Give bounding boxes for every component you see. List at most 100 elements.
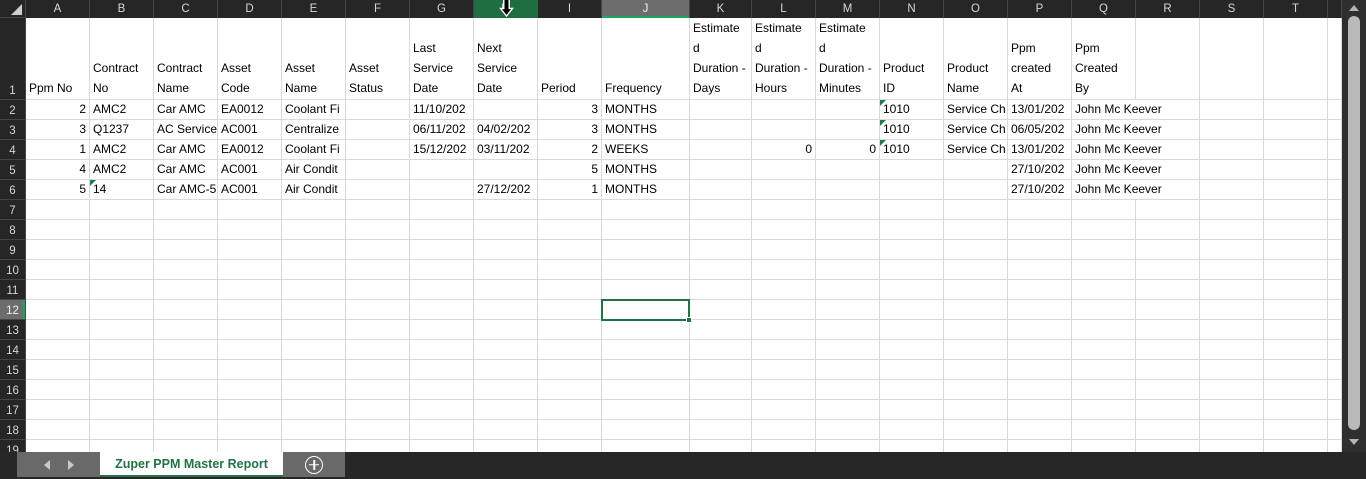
cell-E16[interactable] <box>282 380 346 400</box>
cell-L15[interactable] <box>752 360 816 380</box>
cell-N1[interactable]: Product ID <box>880 18 944 100</box>
cell-A10[interactable] <box>26 260 90 280</box>
cell-Q11[interactable] <box>1072 280 1136 300</box>
cell-F17[interactable] <box>346 400 410 420</box>
cell-R15[interactable] <box>1136 360 1200 380</box>
cell-J19[interactable] <box>602 440 690 452</box>
cell-I16[interactable] <box>538 380 602 400</box>
cell-F14[interactable] <box>346 340 410 360</box>
cell-B9[interactable] <box>90 240 154 260</box>
cell-B2[interactable]: AMC2 <box>90 100 154 120</box>
cell-B19[interactable] <box>90 440 154 452</box>
cell-F1[interactable]: Asset Status <box>346 18 410 100</box>
row-header-16[interactable]: 16 <box>0 380 26 400</box>
cell-K16[interactable] <box>690 380 752 400</box>
cell-D4[interactable]: EA0012 <box>218 140 282 160</box>
cell-R19[interactable] <box>1136 440 1200 452</box>
row-header-18[interactable]: 18 <box>0 420 26 440</box>
cell-C13[interactable] <box>154 320 218 340</box>
cell-T15[interactable] <box>1264 360 1328 380</box>
cell-T7[interactable] <box>1264 200 1328 220</box>
cell-R10[interactable] <box>1136 260 1200 280</box>
cell-P13[interactable] <box>1008 320 1072 340</box>
cell-A13[interactable] <box>26 320 90 340</box>
cell-O12[interactable] <box>944 300 1008 320</box>
cell-G2[interactable]: 11/10/202 <box>410 100 474 120</box>
row-header-2[interactable]: 2 <box>0 100 26 120</box>
cell-I9[interactable] <box>538 240 602 260</box>
cell-G15[interactable] <box>410 360 474 380</box>
cell-M5[interactable] <box>816 160 880 180</box>
row-header-13[interactable]: 13 <box>0 320 26 340</box>
row-header-3[interactable]: 3 <box>0 120 26 140</box>
cell-K1[interactable]: Estimate d Duration - Days <box>690 18 752 100</box>
cell-N11[interactable] <box>880 280 944 300</box>
cell-F19[interactable] <box>346 440 410 452</box>
cell-P14[interactable] <box>1008 340 1072 360</box>
cell-I17[interactable] <box>538 400 602 420</box>
cell-M13[interactable] <box>816 320 880 340</box>
cell-M9[interactable] <box>816 240 880 260</box>
cell-Q13[interactable] <box>1072 320 1136 340</box>
cell-Q17[interactable] <box>1072 400 1136 420</box>
cell-L7[interactable] <box>752 200 816 220</box>
cell-E13[interactable] <box>282 320 346 340</box>
cell-H19[interactable] <box>474 440 538 452</box>
cell-B8[interactable] <box>90 220 154 240</box>
cell-A8[interactable] <box>26 220 90 240</box>
cell-C17[interactable] <box>154 400 218 420</box>
cell-H8[interactable] <box>474 220 538 240</box>
vertical-scrollbar[interactable] <box>1342 0 1366 452</box>
cell-A1[interactable]: Ppm No <box>26 18 90 100</box>
cell-O6[interactable] <box>944 180 1008 200</box>
cell-H18[interactable] <box>474 420 538 440</box>
cell-L6[interactable] <box>752 180 816 200</box>
cell-B16[interactable] <box>90 380 154 400</box>
cell-Q6[interactable]: John Mc Keever <box>1072 180 1162 200</box>
cell-D14[interactable] <box>218 340 282 360</box>
sheet-tab-active[interactable]: Zuper PPM Master Report <box>100 452 283 477</box>
cell-M1[interactable]: Estimate d Duration - Minutes <box>816 18 880 100</box>
cell-K18[interactable] <box>690 420 752 440</box>
cell-A4[interactable]: 1 <box>26 140 90 160</box>
cell-Q9[interactable] <box>1072 240 1136 260</box>
cell-O8[interactable] <box>944 220 1008 240</box>
cell-D18[interactable] <box>218 420 282 440</box>
cell-B3[interactable]: Q1237 <box>90 120 154 140</box>
cell-E2[interactable]: Coolant Fi <box>282 100 346 120</box>
cell-Q3[interactable]: John Mc Keever <box>1072 120 1162 140</box>
cell-P9[interactable] <box>1008 240 1072 260</box>
cell-I13[interactable] <box>538 320 602 340</box>
cell-E12[interactable] <box>282 300 346 320</box>
cell-F5[interactable] <box>346 160 410 180</box>
cell-E18[interactable] <box>282 420 346 440</box>
cell-E10[interactable] <box>282 260 346 280</box>
cell-J18[interactable] <box>602 420 690 440</box>
cell-K15[interactable] <box>690 360 752 380</box>
cell-G8[interactable] <box>410 220 474 240</box>
cell-O10[interactable] <box>944 260 1008 280</box>
cell-L18[interactable] <box>752 420 816 440</box>
cell-Q12[interactable] <box>1072 300 1136 320</box>
cell-P15[interactable] <box>1008 360 1072 380</box>
cell-E4[interactable]: Coolant Fi <box>282 140 346 160</box>
cell-F18[interactable] <box>346 420 410 440</box>
cell-O15[interactable] <box>944 360 1008 380</box>
cell-T19[interactable] <box>1264 440 1328 452</box>
cell-G1[interactable]: Last Service Date <box>410 18 474 100</box>
cell-L8[interactable] <box>752 220 816 240</box>
cell-S15[interactable] <box>1200 360 1264 380</box>
cell-J6[interactable]: MONTHS <box>602 180 690 200</box>
cell-H6[interactable]: 27/12/202 <box>474 180 538 200</box>
column-header-P[interactable]: P <box>1008 0 1072 18</box>
cell-P10[interactable] <box>1008 260 1072 280</box>
cell-T1[interactable] <box>1264 18 1328 100</box>
cell-D12[interactable] <box>218 300 282 320</box>
cell-F3[interactable] <box>346 120 410 140</box>
cell-M7[interactable] <box>816 200 880 220</box>
cell-M16[interactable] <box>816 380 880 400</box>
cell-Q2[interactable]: John Mc Keever <box>1072 100 1162 120</box>
cell-T12[interactable] <box>1264 300 1328 320</box>
cell-M12[interactable] <box>816 300 880 320</box>
cell-Q15[interactable] <box>1072 360 1136 380</box>
